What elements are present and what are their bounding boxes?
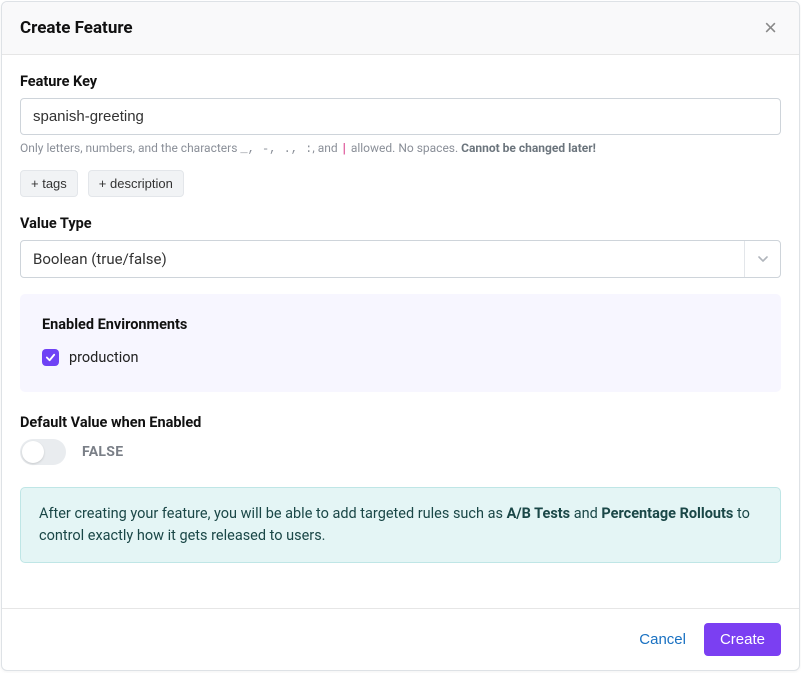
default-value-toggle-row: FALSE [20,439,781,465]
value-type-label: Value Type [20,215,781,232]
environment-checkbox-production[interactable] [42,349,59,366]
enabled-environments-title: Enabled Environments [42,316,759,333]
value-type-selected: Boolean (true/false) [33,250,167,268]
feature-key-label: Feature Key [20,73,781,90]
help-text-part: allowed. No spaces. [348,141,461,155]
meta-pill-row: + tags + description [20,170,781,197]
chevron-down-icon [744,241,780,277]
default-value-state: FALSE [82,444,123,460]
info-text-part: After creating your feature, you will be… [39,505,507,522]
feature-key-input[interactable] [20,98,781,135]
help-chars: _, -, ., : [240,142,312,156]
cancel-button[interactable]: Cancel [639,631,686,648]
info-ab-tests: A/B Tests [507,505,571,522]
add-tags-button[interactable]: + tags [20,170,78,197]
info-percentage-rollouts: Percentage Rollouts [601,505,733,522]
environment-label: production [69,349,139,366]
create-button[interactable]: Create [704,623,781,656]
environment-row: production [42,349,759,366]
default-value-label: Default Value when Enabled [20,414,781,431]
check-icon [45,352,56,363]
create-feature-modal: Create Feature × Feature Key Only letter… [1,1,800,671]
feature-key-help: Only letters, numbers, and the character… [20,141,781,156]
default-value-toggle[interactable] [20,439,66,465]
close-button[interactable]: × [760,17,781,39]
help-strong: Cannot be changed later! [461,141,596,155]
enabled-environments-panel: Enabled Environments production [20,294,781,392]
help-text-part: Only letters, numbers, and the character… [20,141,240,155]
info-text-part: and [570,505,601,522]
info-callout: After creating your feature, you will be… [20,487,781,563]
close-icon: × [764,15,777,40]
modal-footer: Cancel Create [2,608,799,670]
help-pipe: | [341,142,348,156]
value-type-select[interactable]: Boolean (true/false) [20,240,781,278]
modal-header: Create Feature × [2,2,799,55]
modal-body: Feature Key Only letters, numbers, and t… [2,55,799,608]
help-text-part: , and [312,141,340,155]
add-description-button[interactable]: + description [88,170,184,197]
modal-title: Create Feature [20,18,133,38]
default-value-section: Default Value when Enabled FALSE [20,414,781,465]
toggle-knob [22,441,44,463]
